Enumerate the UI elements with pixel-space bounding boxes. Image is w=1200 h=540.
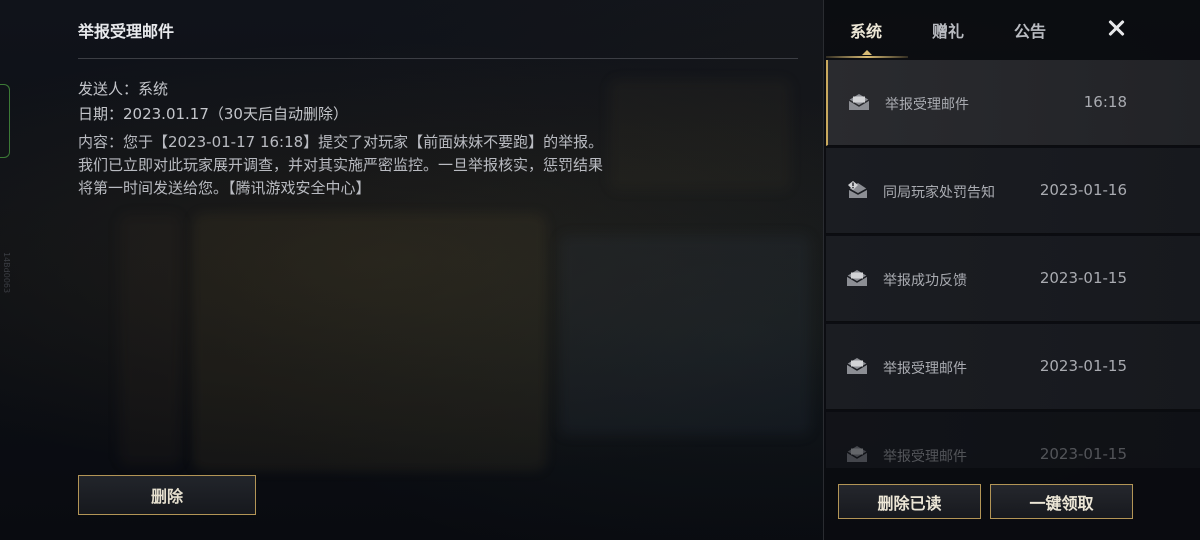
side-drawer-handle[interactable] — [0, 84, 10, 158]
tab-announcements[interactable]: 公告 — [1014, 18, 1046, 42]
mail-date: 2023-01-15 — [1039, 445, 1127, 463]
mail-detail-panel: 举报受理邮件 发送人：系统 日期：2023.01.17（30天后自动删除） 内容… — [78, 0, 800, 540]
mail-subject: 举报受理邮件 — [883, 449, 967, 465]
mail-date: 2023-01-16 — [1039, 181, 1127, 199]
mail-list-item[interactable]: 举报成功反馈 2023-01-15 — [826, 236, 1200, 322]
mail-alert-icon — [848, 181, 868, 198]
mail-open-icon — [846, 270, 868, 286]
mail-subject: 举报受理邮件 — [883, 361, 967, 377]
mail-actions-bar: 删除已读 一键领取 — [824, 476, 1200, 540]
active-tab-underline — [826, 56, 908, 58]
mail-screen: 14Bd0063 举报受理邮件 发送人：系统 日期：2023.01.17（30天… — [0, 0, 1200, 540]
mail-title: 举报受理邮件 — [78, 22, 175, 41]
mail-tabs: 系统 赠礼 公告 — [824, 0, 1200, 58]
active-tab-caret — [862, 50, 872, 55]
divider — [78, 58, 798, 59]
mail-date: 2023-01-15 — [1039, 357, 1127, 375]
mail-subject: 同局玩家处罚告知 — [883, 185, 995, 201]
mail-subject: 举报成功反馈 — [883, 273, 967, 289]
mail-subject: 举报受理邮件 — [885, 97, 969, 113]
mail-list-item[interactable]: 举报受理邮件 2023-01-15 — [826, 412, 1200, 468]
mail-date: 2023-01-15 — [1039, 269, 1127, 287]
mail-open-icon — [848, 94, 870, 110]
mail-open-icon — [846, 358, 868, 374]
tab-gifts[interactable]: 赠礼 — [932, 18, 964, 42]
mail-sender: 发送人：系统 — [78, 80, 169, 98]
mail-list-item[interactable]: 同局玩家处罚告知 2023-01-16 — [826, 148, 1200, 234]
mail-list-item[interactable]: 举报受理邮件 2023-01-15 — [826, 324, 1200, 410]
mail-open-icon — [846, 446, 868, 462]
mail-date: 日期：2023.01.17（30天后自动删除） — [78, 105, 348, 123]
side-code: 14Bd0063 — [2, 252, 11, 294]
mail-time: 16:18 — [1083, 93, 1127, 111]
tab-system[interactable]: 系统 — [850, 18, 882, 42]
claim-all-button[interactable]: 一键领取 — [990, 484, 1133, 519]
mail-content: 内容：您于【2023-01-17 16:18】提交了对玩家【前面妹妹不要跑】的举… — [78, 133, 604, 197]
delete-button[interactable]: 删除 — [78, 475, 256, 515]
mail-list-item[interactable]: 举报受理邮件 16:18 — [826, 60, 1200, 146]
mail-list[interactable]: 举报受理邮件 16:18 同局玩家处罚告知 2023-01-16 举报成功反馈 … — [826, 60, 1200, 468]
close-icon[interactable] — [1104, 16, 1128, 40]
delete-read-button[interactable]: 删除已读 — [838, 484, 981, 519]
mail-list-panel: 系统 赠礼 公告 举报受理邮件 16:18 同局玩家处罚告知 2023-01-1… — [823, 0, 1200, 540]
